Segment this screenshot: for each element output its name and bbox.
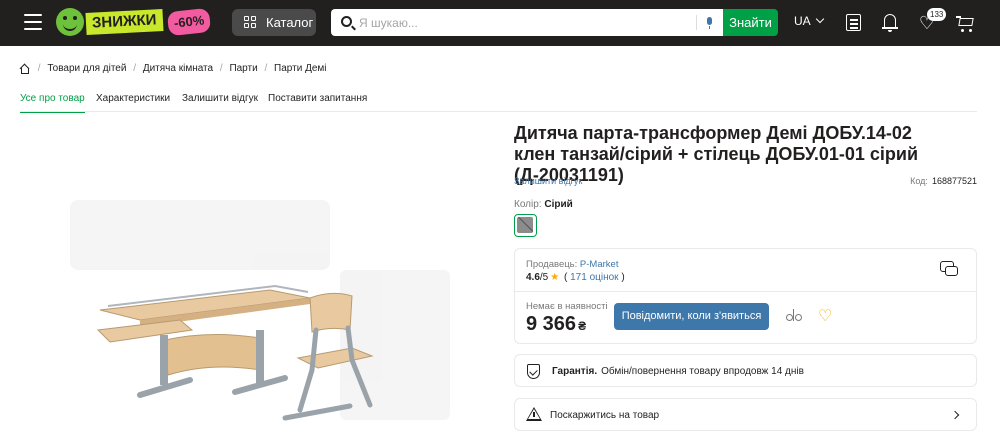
logo-smiley-icon xyxy=(56,8,84,36)
grid-icon xyxy=(244,16,257,29)
search-icon xyxy=(341,16,352,27)
guarantee-block: Гарантія. Обмін/повернення товару впродов… xyxy=(514,354,977,387)
breadcrumb-separator: / xyxy=(37,63,41,74)
tabs-divider xyxy=(20,111,977,112)
chat-icon[interactable] xyxy=(940,261,958,277)
search-input[interactable] xyxy=(359,13,689,32)
rating-suffix: /5 xyxy=(539,272,549,283)
catalog-button[interactable]: Каталог xyxy=(232,9,316,36)
breadcrumb-item[interactable]: Дитяча кімната xyxy=(143,63,213,74)
breadcrumb-separator: / xyxy=(264,63,268,74)
tab-leave-review[interactable]: Залишити відгук xyxy=(182,93,258,113)
product-code-label: Код: xyxy=(910,176,928,186)
tab-all-about[interactable]: Усе про товар xyxy=(20,93,85,113)
breadcrumb-item[interactable]: Парти Демі xyxy=(274,63,326,74)
search-divider xyxy=(696,15,697,30)
guarantee-label: Гарантія. xyxy=(552,366,598,377)
compare-icon[interactable] xyxy=(786,309,802,323)
complain-button[interactable]: Поскаржитись на товар xyxy=(514,398,977,431)
search-box xyxy=(331,9,723,36)
warning-icon xyxy=(526,407,542,421)
product-code: Код: 168877521 xyxy=(910,176,977,186)
product-code-value: 168877521 xyxy=(931,176,977,186)
guarantee-text-wrap: Гарантія. Обмін/повернення товару впродов… xyxy=(552,366,804,377)
chevron-right-icon xyxy=(950,410,960,420)
seller-link[interactable]: P-Market xyxy=(580,259,619,270)
catalog-label: Каталог xyxy=(266,15,314,30)
site-logo[interactable]: ЗНИЖКИ -60% xyxy=(56,7,216,37)
bell-icon[interactable] xyxy=(879,12,901,34)
top-header: ЗНИЖКИ -60% Каталог Знайти UA ♡ 133 xyxy=(0,0,1000,46)
rating-paren-close: ) xyxy=(621,272,625,283)
color-label: Колір: Сірий xyxy=(514,199,573,210)
card-divider xyxy=(515,291,976,292)
home-icon[interactable] xyxy=(19,63,30,74)
breadcrumb-item[interactable]: Товари для дітей xyxy=(47,63,126,74)
language-selector[interactable]: UA xyxy=(794,14,811,28)
list-icon[interactable] xyxy=(843,12,865,34)
currency-symbol: ₴ xyxy=(578,319,587,333)
guarantee-text: Обмін/повернення товару впродовж 14 днів xyxy=(601,366,804,377)
wishlist-count-badge: 133 xyxy=(927,8,947,21)
logo-discount-badge: -60% xyxy=(166,7,212,37)
leave-review-link[interactable]: Залишити відгук xyxy=(514,176,582,186)
stock-status: Немає в наявності xyxy=(526,301,608,312)
breadcrumb-separator: / xyxy=(219,63,223,74)
price-value: 9 366 xyxy=(526,313,577,335)
star-icon: ★ xyxy=(550,272,560,283)
cart-icon[interactable] xyxy=(955,12,977,34)
color-value: Сірий xyxy=(544,199,573,210)
rating-value: 4.6 xyxy=(526,272,540,283)
seller-label: Продавець: xyxy=(526,259,578,270)
logo-text: ЗНИЖКИ xyxy=(85,9,164,35)
chevron-down-icon[interactable] xyxy=(815,14,825,24)
search-button[interactable]: Знайти xyxy=(723,9,778,36)
breadcrumb-separator: / xyxy=(133,63,137,74)
product-price: 9 366 ₴ xyxy=(526,313,586,336)
product-image[interactable] xyxy=(60,180,460,436)
notify-when-available-button[interactable]: Повідомити, коли з'явиться xyxy=(614,303,769,330)
color-label-text: Колір: xyxy=(514,199,542,210)
menu-icon[interactable] xyxy=(24,14,42,30)
rating-paren-open: ( xyxy=(564,272,568,283)
seller-rating: 4.6/5 ★ ( 171 оцінок ) xyxy=(526,272,625,283)
breadcrumb-item[interactable]: Парти xyxy=(229,63,257,74)
mic-icon[interactable] xyxy=(707,17,712,29)
seller-info: Продавець: P-Market xyxy=(526,259,618,270)
seller-card: Продавець: P-Market 4.6/5 ★ ( 171 оцінок … xyxy=(514,248,977,344)
complain-label: Поскаржитись на товар xyxy=(550,410,660,421)
shield-icon xyxy=(527,364,540,379)
rating-count-link[interactable]: 171 оцінок xyxy=(570,272,618,283)
breadcrumb: / Товари для дітей / Дитяча кімната / Па… xyxy=(19,63,327,77)
color-swatch-grey[interactable] xyxy=(514,214,537,237)
tab-characteristics[interactable]: Характеристики xyxy=(96,93,170,113)
heart-icon[interactable]: ♡ xyxy=(818,306,832,326)
tab-ask-question[interactable]: Поставити запитання xyxy=(268,93,367,113)
